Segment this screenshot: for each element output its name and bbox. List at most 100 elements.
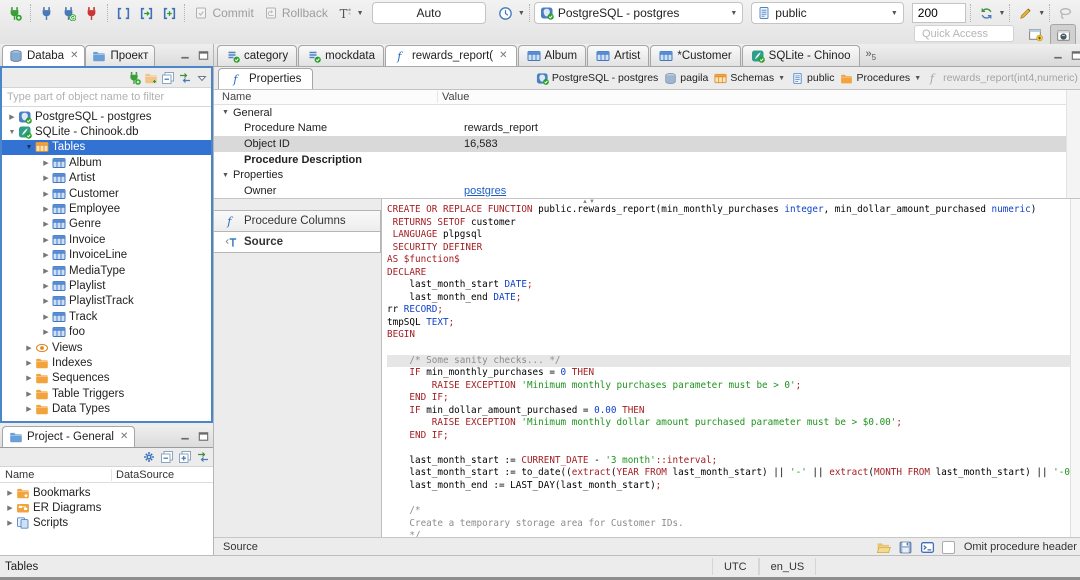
expand-toggle-icon[interactable]: ▶ bbox=[4, 489, 16, 497]
expand-toggle-icon[interactable]: ▶ bbox=[40, 313, 52, 321]
properties-scrollbar[interactable] bbox=[1065, 90, 1080, 198]
source-code[interactable]: CREATE OR REPLACE FUNCTION public.reward… bbox=[382, 199, 1070, 537]
locale-indicator[interactable]: en_US bbox=[758, 558, 817, 575]
dbeaver-perspective-button[interactable] bbox=[1050, 24, 1076, 46]
expand-toggle-icon[interactable]: ▶ bbox=[40, 159, 52, 167]
property-value-link[interactable]: postgres bbox=[459, 185, 1080, 197]
commit-button[interactable]: Commit bbox=[189, 6, 258, 20]
link-with-editor-icon[interactable] bbox=[196, 450, 210, 464]
open-in-sql-console-icon[interactable] bbox=[920, 540, 935, 555]
tree-item-indexes[interactable]: ▶ Indexes bbox=[2, 355, 211, 370]
transaction-log-button[interactable]: T bbox=[333, 2, 356, 24]
collapse-all-icon[interactable] bbox=[160, 450, 174, 464]
property-row-properties[interactable]: ▼ Properties bbox=[214, 167, 1080, 183]
breadcrumb-item-postgresql-postgres[interactable]: PostgreSQL - postgres bbox=[536, 72, 658, 85]
expand-toggle-icon[interactable]: ▶ bbox=[40, 174, 52, 182]
expand-all-icon[interactable] bbox=[178, 450, 192, 464]
project-item-scripts[interactable]: ▶ Scripts bbox=[0, 516, 213, 531]
refresh-button[interactable] bbox=[975, 2, 998, 24]
expand-toggle-icon[interactable]: ▶ bbox=[4, 504, 16, 512]
column-header-name[interactable]: Name bbox=[0, 468, 112, 481]
minimize-icon[interactable] bbox=[178, 430, 193, 443]
tab-properties[interactable]: f Properties bbox=[218, 68, 314, 89]
close-icon[interactable]: ✕ bbox=[499, 51, 507, 61]
rollback-button[interactable]: Rollback bbox=[259, 6, 333, 20]
collapse-all-icon[interactable] bbox=[161, 71, 175, 85]
expand-toggle-icon[interactable]: ▶ bbox=[40, 236, 52, 244]
expand-toggle-icon[interactable]: ▶ bbox=[40, 251, 52, 259]
reconnect-button[interactable] bbox=[58, 2, 81, 24]
breadcrumb-item-schemas[interactable]: Schemas ▼ bbox=[714, 72, 785, 85]
tree-item-genre[interactable]: ▶ Genre bbox=[2, 217, 211, 232]
gear-icon[interactable] bbox=[142, 450, 156, 464]
collapse-toggle-icon[interactable]: ▼ bbox=[23, 144, 35, 151]
column-header-datasource[interactable]: DataSource bbox=[112, 469, 213, 481]
side-tab-procedure-columns[interactable]: f Procedure Columns bbox=[214, 210, 381, 232]
property-row-procedure-name[interactable]: Procedure Name rewards_report bbox=[214, 121, 1080, 137]
close-icon[interactable]: ✕ bbox=[120, 432, 128, 442]
omit-procedure-header-checkbox[interactable] bbox=[941, 540, 955, 554]
tree-item-playlist[interactable]: ▶ Playlist bbox=[2, 278, 211, 293]
sql-editor-button[interactable] bbox=[112, 2, 135, 24]
expand-toggle-icon[interactable]: ▶ bbox=[23, 405, 35, 413]
expand-toggle-icon[interactable]: ▶ bbox=[23, 374, 35, 382]
new-sql-editor-button[interactable] bbox=[158, 2, 181, 24]
project-item-er-diagrams[interactable]: ▶ ER Diagrams bbox=[0, 500, 213, 515]
maximize-icon[interactable] bbox=[1069, 49, 1080, 62]
editor-tab-artist[interactable]: Artist bbox=[587, 45, 650, 66]
expand-toggle-icon[interactable]: ▶ bbox=[23, 359, 35, 367]
column-header-value[interactable]: Value bbox=[438, 91, 1080, 103]
open-perspective-button[interactable] bbox=[1023, 24, 1047, 44]
tree-item-postgresql-postgres[interactable]: ▶ PostgreSQL - postgres bbox=[2, 109, 211, 124]
editor-tab-category[interactable]: category bbox=[217, 45, 298, 66]
tree-item-data-types[interactable]: ▶ Data Types bbox=[2, 401, 211, 416]
expand-toggle-icon[interactable]: ▶ bbox=[40, 328, 52, 336]
expand-toggle-icon[interactable]: ▶ bbox=[4, 519, 16, 527]
editor-tab-album[interactable]: Album bbox=[517, 45, 587, 66]
breadcrumb-item-pagila[interactable]: pagila bbox=[664, 72, 708, 85]
tree-item-artist[interactable]: ▶ Artist bbox=[2, 171, 211, 186]
tree-item-employee[interactable]: ▶ Employee bbox=[2, 201, 211, 216]
tree-item-table-triggers[interactable]: ▶ Table Triggers bbox=[2, 386, 211, 401]
property-row-procedure-description[interactable]: Procedure Description bbox=[214, 152, 1080, 168]
project-item-bookmarks[interactable]: ▶ Bookmarks bbox=[0, 485, 213, 500]
column-header-name[interactable]: Name bbox=[214, 91, 438, 103]
property-row-object-id[interactable]: Object ID 16,583 bbox=[214, 136, 1080, 152]
edit-button[interactable] bbox=[1014, 2, 1037, 24]
expand-toggle-icon[interactable]: ▶ bbox=[40, 220, 52, 228]
editor-tab-customer[interactable]: *Customer bbox=[650, 45, 741, 66]
tab-projects[interactable]: Проект bbox=[85, 45, 156, 66]
commit-mode-select[interactable]: Auto bbox=[371, 2, 487, 24]
new-connection-button[interactable] bbox=[3, 2, 26, 24]
lasso-tool-button[interactable] bbox=[1054, 2, 1077, 24]
expand-toggle-icon[interactable]: ▶ bbox=[40, 267, 52, 275]
collapse-toggle-icon[interactable]: ▼ bbox=[222, 172, 229, 179]
view-menu-icon[interactable] bbox=[195, 71, 209, 85]
editor-tab-rewards-report[interactable]: f rewards_report(✕ bbox=[384, 45, 517, 66]
tree-item-mediatype[interactable]: ▶ MediaType bbox=[2, 263, 211, 278]
tree-item-invoiceline[interactable]: ▶ InvoiceLine bbox=[2, 248, 211, 263]
open-sql-script-button[interactable] bbox=[135, 2, 158, 24]
timezone-indicator[interactable]: UTC bbox=[712, 558, 759, 575]
property-row-general[interactable]: ▼ General bbox=[214, 105, 1080, 121]
transaction-history-button[interactable] bbox=[494, 2, 517, 24]
tree-item-sequences[interactable]: ▶ Sequences bbox=[2, 371, 211, 386]
tab-database-navigator[interactable]: Databa ✕ bbox=[2, 45, 86, 66]
expand-toggle-icon[interactable]: ▶ bbox=[40, 282, 52, 290]
expand-toggle-icon[interactable]: ▶ bbox=[40, 190, 52, 198]
breadcrumb-item-rewards-report-int4-numeric[interactable]: f rewards_report(int4,numeric) bbox=[927, 72, 1078, 85]
save-to-file-icon[interactable] bbox=[898, 540, 913, 555]
expand-toggle-icon[interactable]: ▶ bbox=[40, 297, 52, 305]
tree-item-tables[interactable]: ▼ Tables bbox=[2, 139, 211, 156]
tree-item-invoice[interactable]: ▶ Invoice bbox=[2, 232, 211, 247]
property-row-owner[interactable]: Owner postgres bbox=[214, 183, 1080, 198]
tree-item-album[interactable]: ▶ Album bbox=[2, 155, 211, 170]
collapse-toggle-icon[interactable]: ▼ bbox=[222, 109, 229, 116]
close-icon[interactable]: ✕ bbox=[70, 51, 78, 61]
expand-toggle-icon[interactable]: ▶ bbox=[23, 344, 35, 352]
minimize-icon[interactable] bbox=[178, 49, 193, 62]
link-with-editor-icon[interactable] bbox=[178, 71, 192, 85]
load-from-file-icon[interactable] bbox=[876, 540, 891, 555]
connect-button[interactable] bbox=[35, 2, 58, 24]
source-scrollbar[interactable] bbox=[1069, 199, 1080, 537]
